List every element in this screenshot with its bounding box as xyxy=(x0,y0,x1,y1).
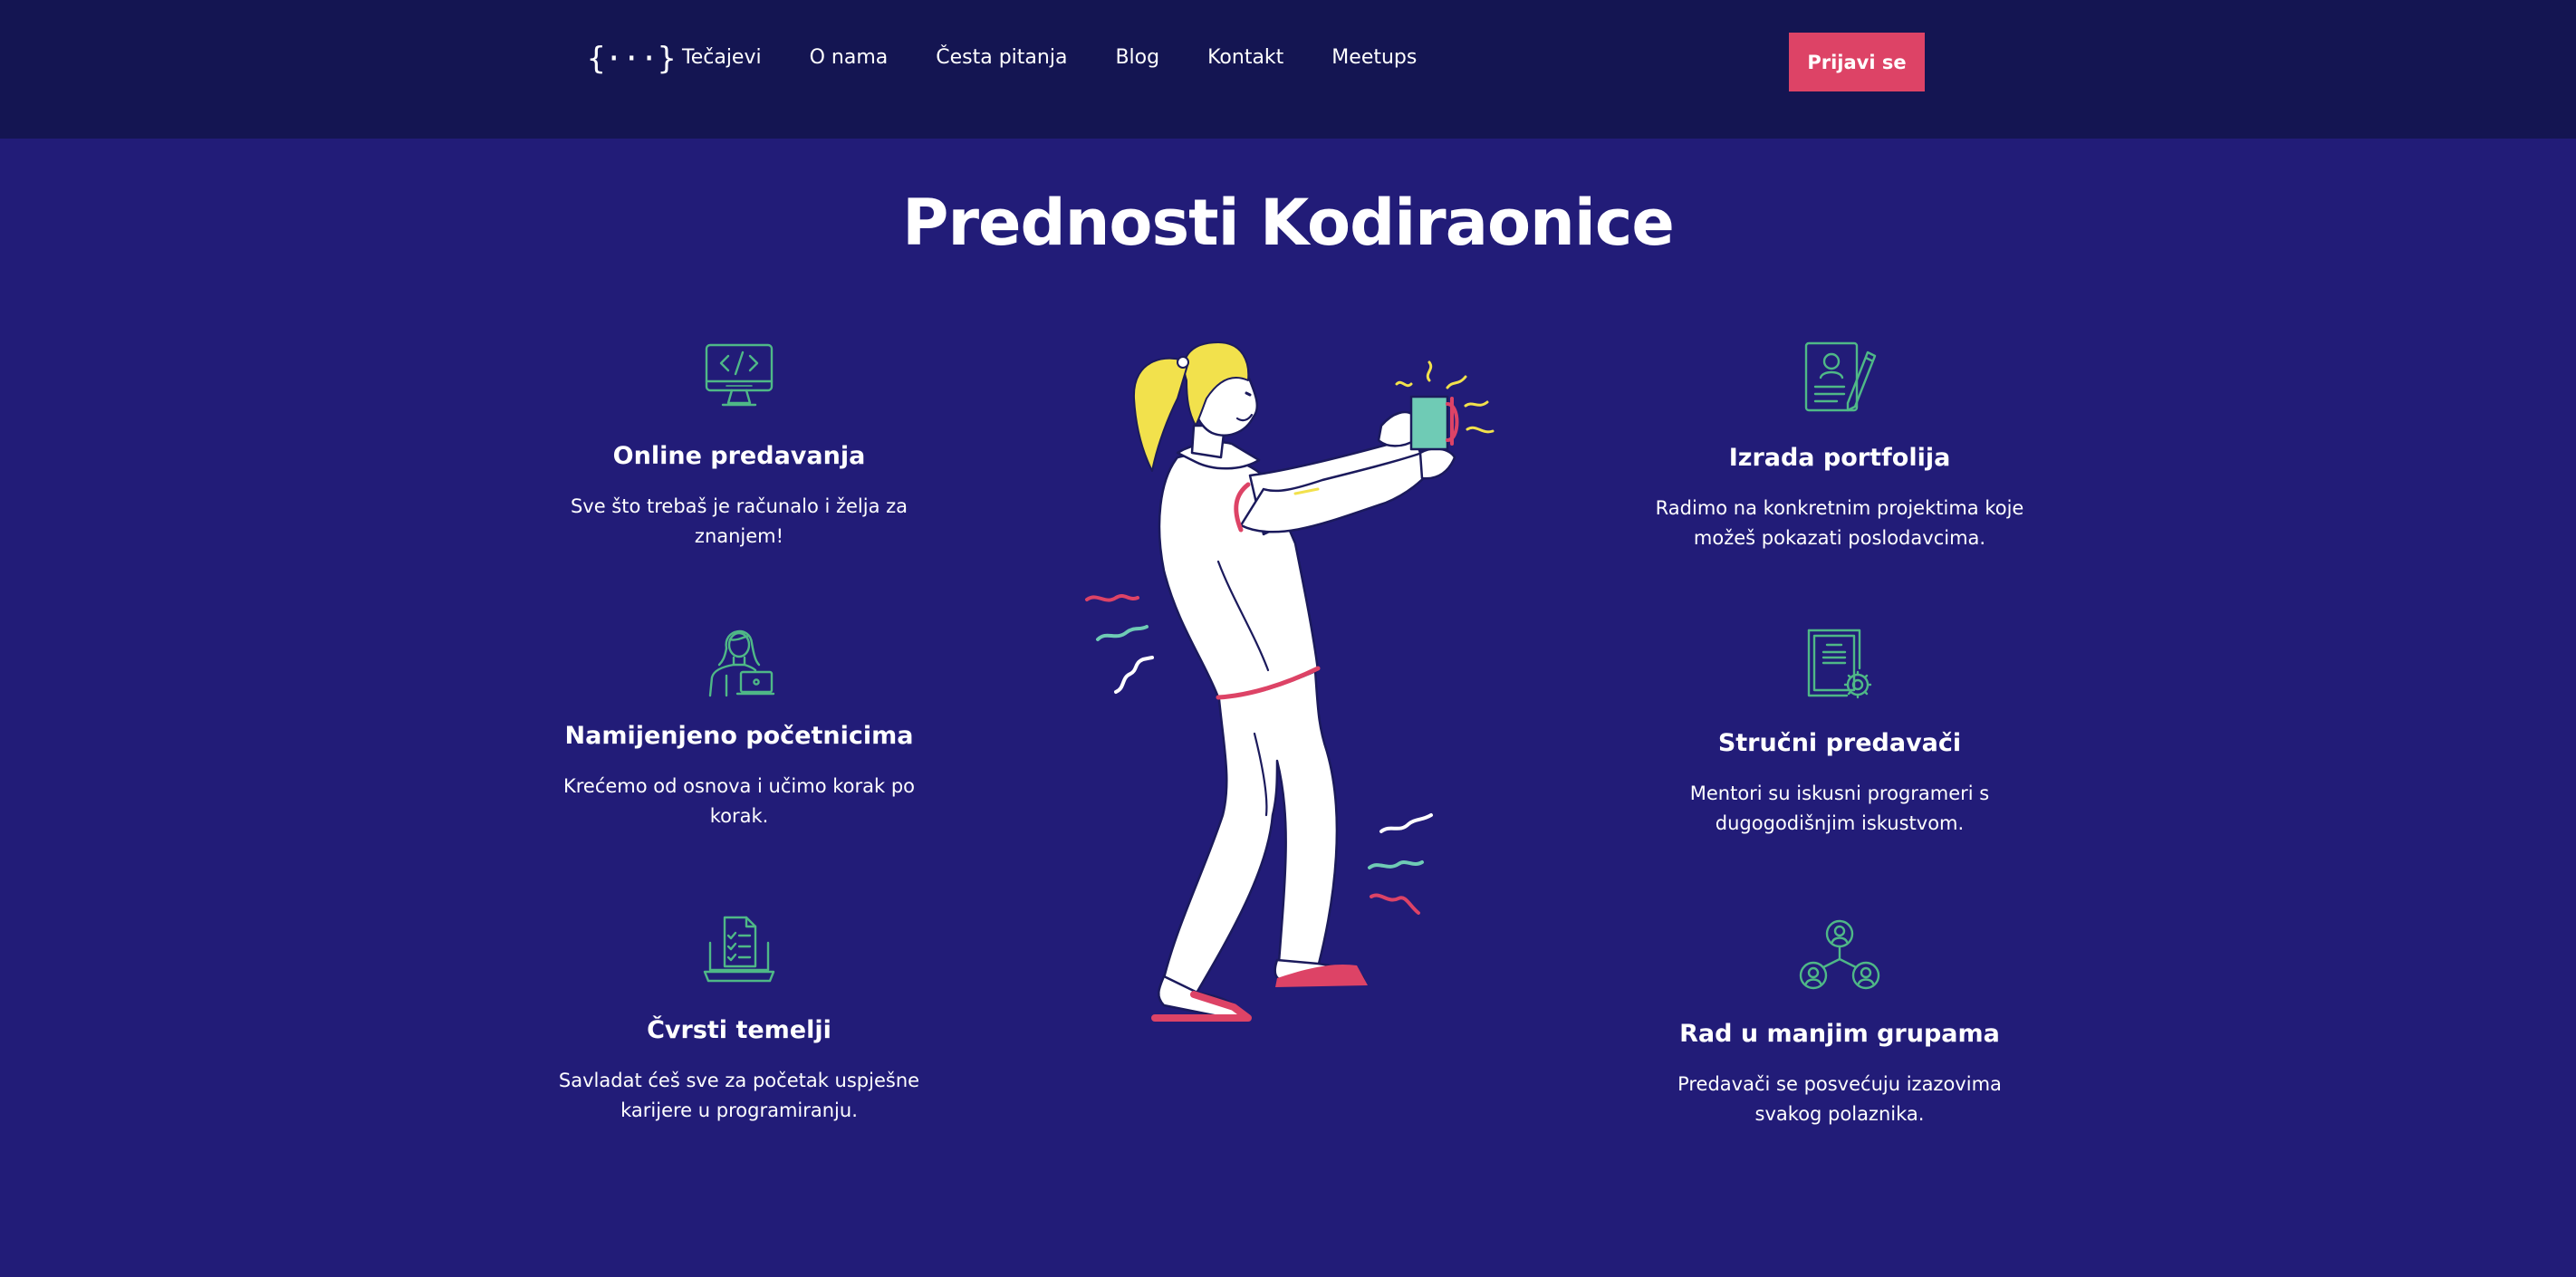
feature-title: Rad u manjim grupama xyxy=(1679,1020,2000,1048)
certificate-icon xyxy=(1649,629,2030,701)
feature-text: Krećemo od osnova i učimo korak po korak… xyxy=(562,775,916,827)
feature-portfolio: Izrada portfolija Radimo na konkretnim p… xyxy=(1649,341,2030,553)
feature-online-lectures: Online predavanja Sve što trebaš je raču… xyxy=(549,341,929,552)
feature-text: Radimo na konkretnim projektima koje mož… xyxy=(1655,497,2024,549)
nav-link-cesta-pitanja[interactable]: Česta pitanja xyxy=(936,42,1067,74)
signin-button[interactable]: Prijavi se xyxy=(1789,33,1925,91)
feature-title: Stručni predavači xyxy=(1717,729,1962,757)
feature-text: Predavači se posvećuju izazovima svakog … xyxy=(1677,1073,2002,1125)
nav-link-meetups[interactable]: Meetups xyxy=(1331,42,1417,74)
monitor-code-icon xyxy=(549,341,929,414)
woman-holding-mug-illustration xyxy=(1069,335,1504,1045)
feature-title: Čvrsti temelji xyxy=(647,1016,831,1044)
laptop-checklist-icon xyxy=(549,916,929,988)
nav-link-kontakt[interactable]: Kontakt xyxy=(1207,42,1283,74)
logo[interactable]: {···} xyxy=(587,38,676,80)
group-network-icon xyxy=(1649,919,2030,992)
feature-title: Namijenjeno početnicima xyxy=(564,722,914,750)
feature-expert-lecturers: Stručni predavači Mentori su iskusni pro… xyxy=(1649,629,2030,839)
nav-link-o-nama[interactable]: O nama xyxy=(810,42,889,74)
woman-laptop-icon xyxy=(549,621,929,697)
feature-foundations: Čvrsti temelji Savladat ćeš sve za počet… xyxy=(549,916,929,1126)
main-nav: Tečajevi O nama Česta pitanja Blog Konta… xyxy=(682,42,1465,74)
feature-title: Izrada portfolija xyxy=(1728,444,1951,472)
feature-text: Mentori su iskusni programeri s dugogodi… xyxy=(1689,783,1990,834)
feature-beginners: Namijenjeno početnicima Krećemo od osnov… xyxy=(549,621,929,831)
section-title: Prednosti Kodiraonice xyxy=(902,186,1675,260)
nav-link-tecajevi[interactable]: Tečajevi xyxy=(682,42,762,74)
feature-title: Online predavanja xyxy=(612,442,866,470)
feature-small-groups: Rad u manjim grupama Predavači se posveć… xyxy=(1649,919,2030,1129)
resume-pencil-icon xyxy=(1649,341,2030,419)
feature-text: Savladat ćeš sve za početak uspješne kar… xyxy=(558,1070,920,1121)
nav-link-blog[interactable]: Blog xyxy=(1115,42,1159,74)
feature-text: Sve što trebaš je računalo i želja za zn… xyxy=(570,495,908,547)
top-navbar: {···} Tečajevi O nama Česta pitanja Blog… xyxy=(0,0,2576,139)
